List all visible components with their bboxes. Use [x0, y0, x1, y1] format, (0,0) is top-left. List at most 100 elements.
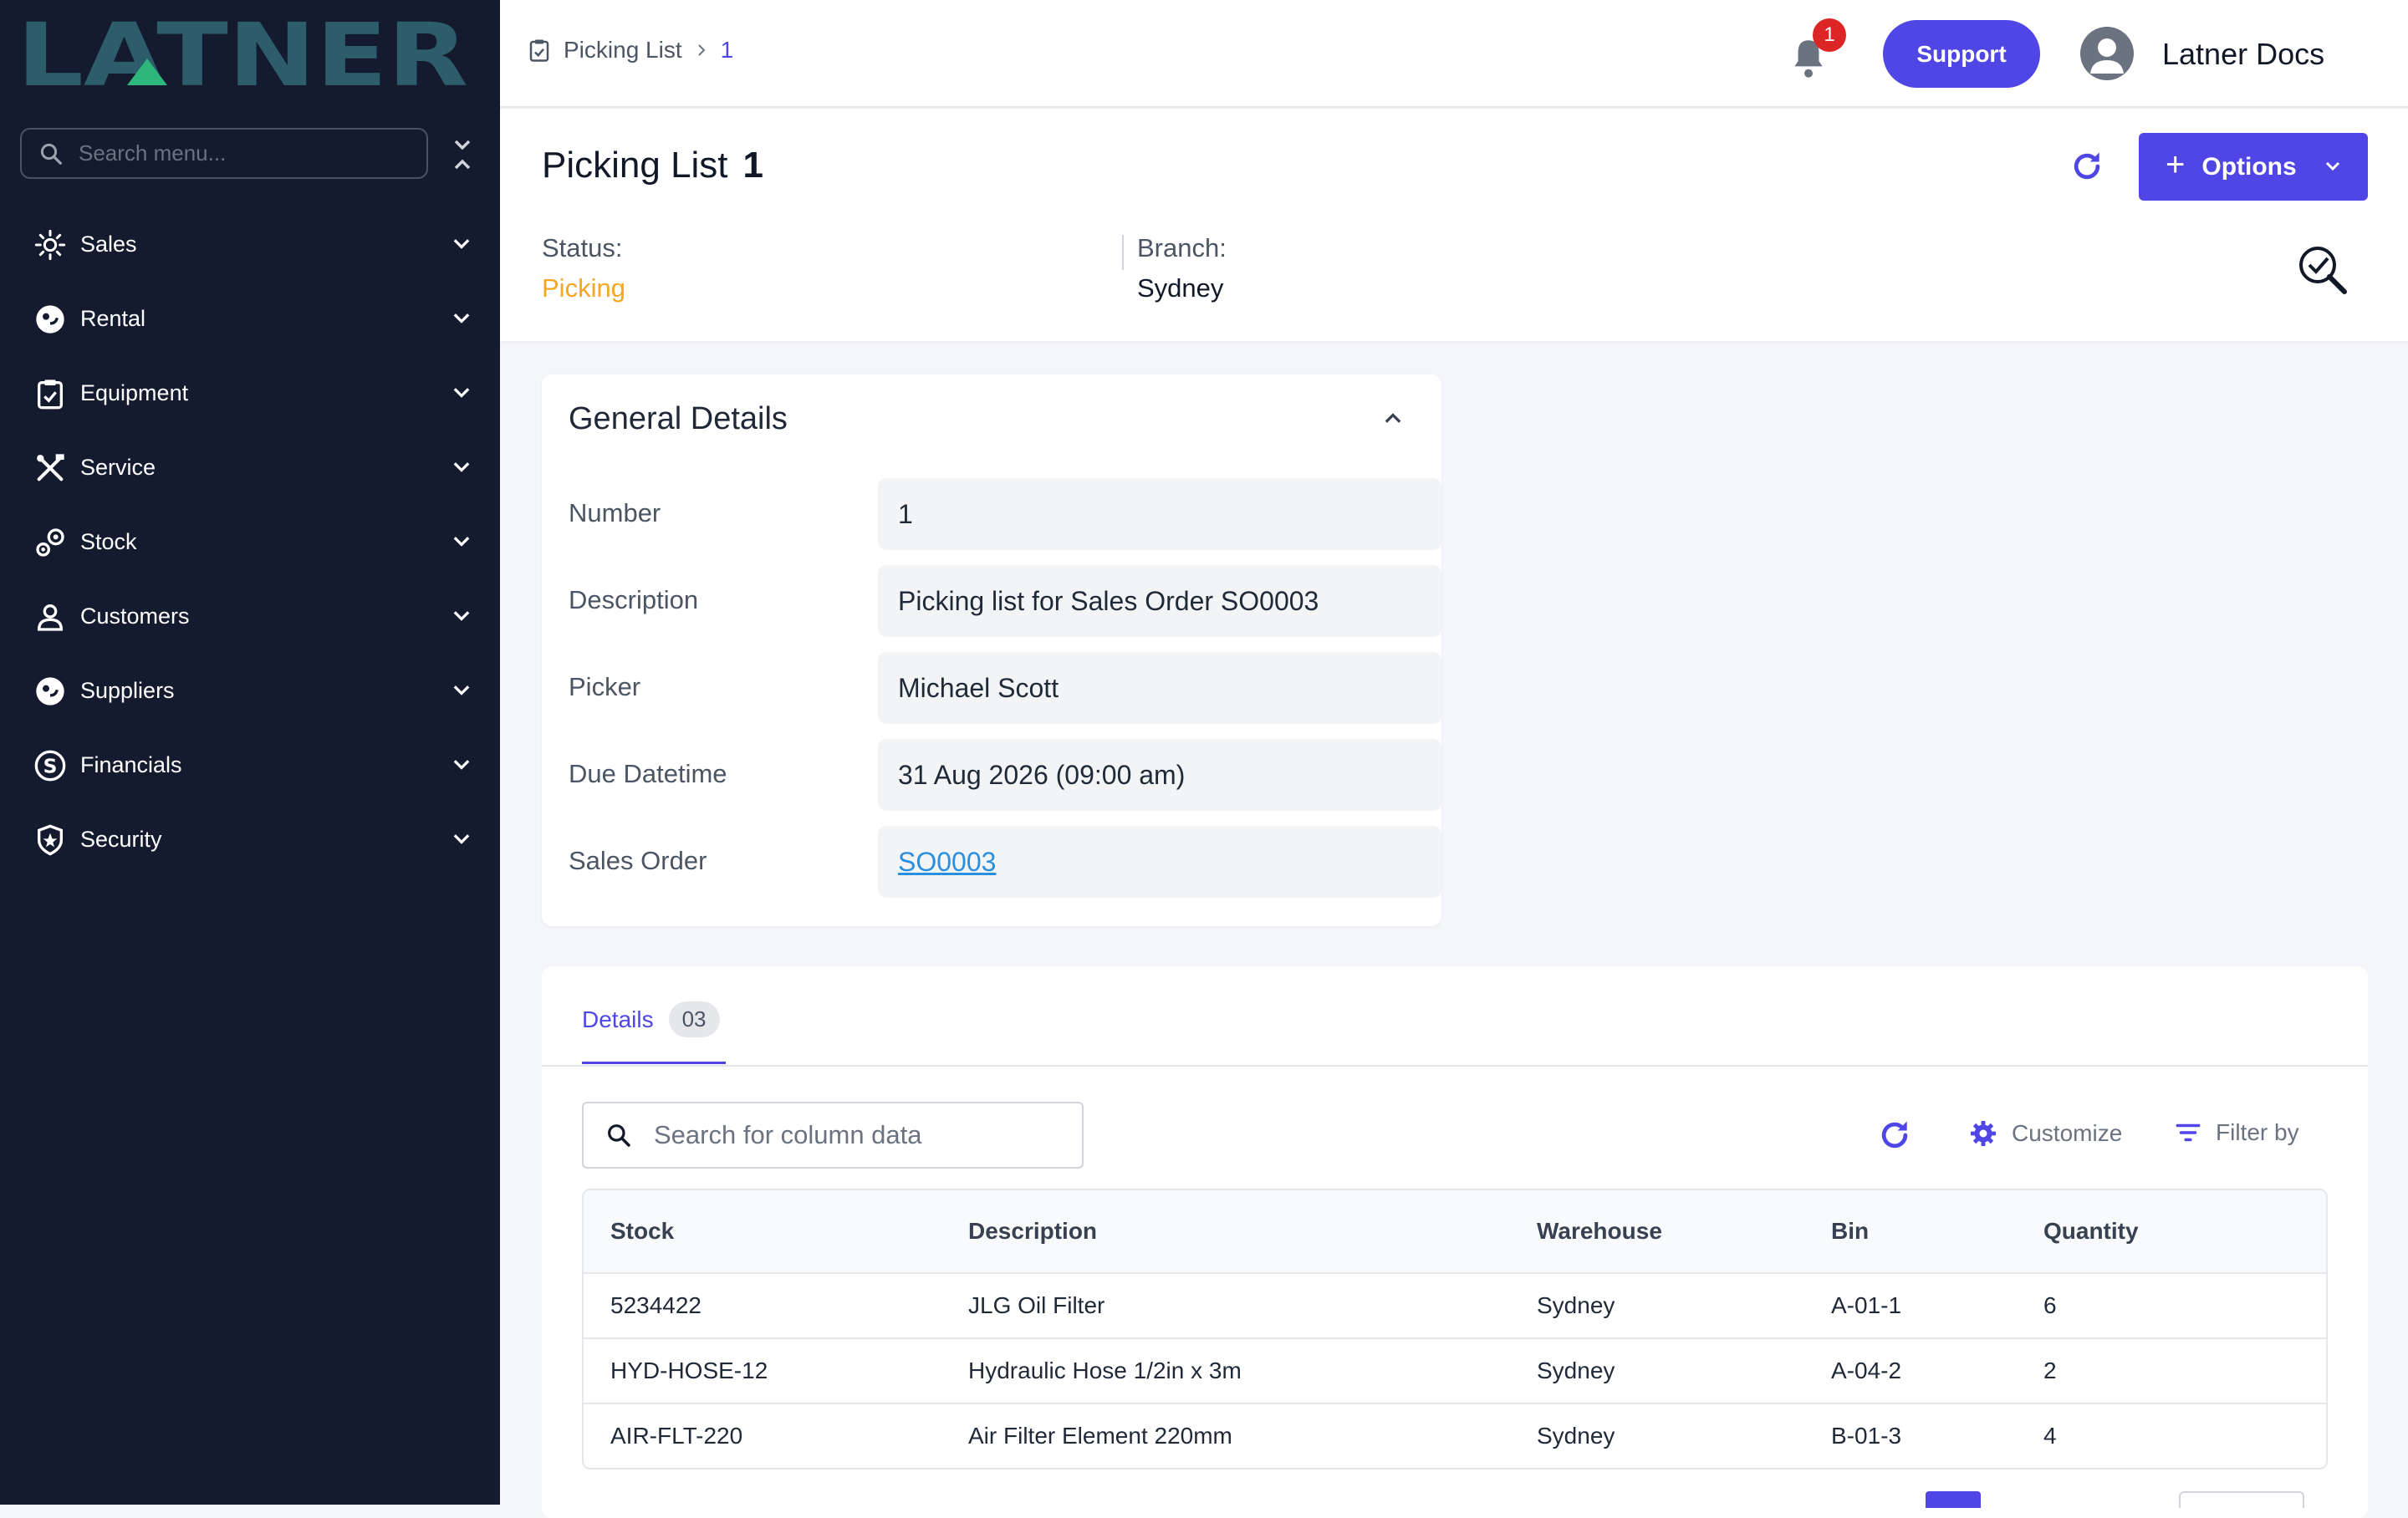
- column-header-stock[interactable]: Stock: [610, 1218, 674, 1245]
- chevron-down-icon: [453, 537, 470, 547]
- sidebar-item-label: Customers: [80, 604, 190, 629]
- options-button[interactable]: + Options: [2139, 133, 2368, 201]
- table-row[interactable]: AIR-FLT-220 Air Filter Element 220mm Syd…: [584, 1403, 2326, 1468]
- tab-details[interactable]: Details 03: [582, 1001, 720, 1037]
- svg-text:LATNER: LATNER: [17, 20, 468, 90]
- sidebar-item-service[interactable]: Service: [0, 430, 500, 505]
- chevron-down-icon: [453, 760, 470, 770]
- column-search[interactable]: Search for column data: [582, 1102, 1084, 1169]
- menu-search-input[interactable]: Search menu...: [79, 140, 226, 166]
- field-value: Michael Scott: [878, 652, 1441, 724]
- details-table: Stock Description Warehouse Bin Quantity…: [582, 1189, 2328, 1470]
- tab-count-badge: 03: [668, 1001, 720, 1037]
- sidebar-item-financials[interactable]: S Financials: [0, 728, 500, 802]
- table-row[interactable]: 5234422 JLG Oil Filter Sydney A-01-1 6: [584, 1272, 2326, 1337]
- cell-quantity: 2: [2043, 1358, 2057, 1383]
- sidebar-item-sales[interactable]: Sales: [0, 207, 500, 282]
- support-button[interactable]: Support: [1883, 20, 2040, 88]
- sidebar-item-equipment[interactable]: Equipment: [0, 356, 500, 430]
- tab-label: Details: [582, 1006, 654, 1032]
- chevron-down-icon: [453, 834, 470, 844]
- field-value: Picking list for Sales Order SO0003: [878, 565, 1441, 637]
- field-number: Number 1: [569, 478, 1441, 550]
- chevron-down-icon: [453, 313, 470, 323]
- avatar[interactable]: [2080, 27, 2134, 80]
- sidebar-item-label: Rental: [80, 306, 146, 331]
- security-icon: [32, 822, 69, 858]
- record-header: Picking List 1 + Options Status: Picking …: [500, 110, 2408, 341]
- column-header-quantity[interactable]: Quantity: [2043, 1218, 2139, 1245]
- sales-order-link[interactable]: SO0003: [878, 826, 1441, 898]
- page-size-select[interactable]: [2179, 1491, 2304, 1508]
- page-title-text: Picking List: [542, 145, 728, 186]
- field-label: Sales Order: [569, 846, 707, 875]
- sidebar-item-label: Financials: [80, 752, 182, 777]
- column-search-input[interactable]: Search for column data: [654, 1120, 922, 1150]
- sidebar-item-label: Equipment: [80, 380, 189, 405]
- page-title: Picking List 1: [542, 145, 763, 186]
- sidebar-nav: Sales Rental Equipment Service Stock Cus…: [0, 207, 500, 877]
- sidebar-item-suppliers[interactable]: Suppliers: [0, 654, 500, 728]
- field-value: 31 Aug 2026 (09:00 am): [878, 739, 1441, 811]
- column-header-description[interactable]: Description: [968, 1218, 1097, 1245]
- chevron-down-icon: [453, 685, 470, 695]
- sidebar-item-label: Suppliers: [80, 678, 175, 703]
- cell-bin: B-01-3: [1831, 1423, 1902, 1449]
- chevron-down-icon: [2325, 161, 2340, 171]
- cell-stock: 5234422: [610, 1292, 702, 1318]
- options-label: Options: [2201, 152, 2297, 181]
- gear-icon: [1971, 1121, 1996, 1146]
- refresh-icon[interactable]: [2069, 148, 2105, 185]
- svg-text:S: S: [43, 754, 58, 777]
- divider: [1122, 235, 1124, 270]
- cell-description: JLG Oil Filter: [968, 1292, 1105, 1318]
- equipment-icon: [32, 375, 69, 412]
- filter-button[interactable]: Filter by: [2174, 1118, 2299, 1147]
- top-bar: Picking List 1 1 Support Latner Docs: [500, 0, 2408, 108]
- column-header-warehouse[interactable]: Warehouse: [1537, 1218, 1662, 1245]
- breadcrumb-current: 1: [720, 37, 734, 63]
- chevron-down-icon: [453, 388, 470, 398]
- refresh-icon[interactable]: [1876, 1117, 1913, 1154]
- cell-description: Air Filter Element 220mm: [968, 1423, 1232, 1449]
- rental-icon: [32, 301, 69, 338]
- search-check-icon[interactable]: [2296, 243, 2349, 297]
- field-due-datetime: Due Datetime 31 Aug 2026 (09:00 am): [569, 739, 1441, 811]
- collapse-all-icon[interactable]: [448, 136, 477, 173]
- sidebar-item-stock[interactable]: Stock: [0, 505, 500, 579]
- suppliers-icon: [32, 673, 69, 710]
- cell-bin: A-04-2: [1831, 1358, 1902, 1383]
- plus-icon: +: [2166, 146, 2186, 183]
- chevron-up-icon[interactable]: [1381, 406, 1405, 430]
- sidebar-item-rental[interactable]: Rental: [0, 282, 500, 356]
- customize-button[interactable]: Customize: [1968, 1118, 2122, 1149]
- sidebar-item-customers[interactable]: Customers: [0, 579, 500, 654]
- cell-quantity: 4: [2043, 1423, 2057, 1449]
- customize-label: Customize: [2012, 1120, 2123, 1146]
- cell-stock: AIR-FLT-220: [610, 1423, 743, 1449]
- cell-warehouse: Sydney: [1537, 1423, 1615, 1449]
- record-number: 1: [742, 145, 764, 186]
- table-row[interactable]: HYD-HOSE-12 Hydraulic Hose 1/2in x 3m Sy…: [584, 1337, 2326, 1403]
- sidebar-item-security[interactable]: Security: [0, 802, 500, 877]
- cell-warehouse: Sydney: [1537, 1358, 1615, 1383]
- sidebar-item-label: Sales: [80, 232, 137, 257]
- status-label: Status:: [542, 233, 623, 262]
- search-icon: [40, 143, 62, 165]
- table-header: Stock Description Warehouse Bin Quantity: [584, 1190, 2326, 1272]
- breadcrumb-picking-list[interactable]: Picking List: [564, 37, 682, 64]
- sales-icon: [32, 227, 69, 263]
- clipboard-icon: [529, 39, 549, 62]
- sidebar-item-label: Service: [80, 455, 156, 480]
- latner-logo[interactable]: LATNER: [17, 20, 468, 90]
- notification-badge: 1: [1813, 18, 1846, 52]
- column-header-bin[interactable]: Bin: [1831, 1218, 1869, 1245]
- cell-quantity: 6: [2043, 1292, 2057, 1318]
- chevron-right-icon: [697, 44, 706, 56]
- customers-icon: [32, 599, 69, 635]
- field-value: 1: [878, 478, 1441, 550]
- menu-search[interactable]: Search menu...: [20, 128, 428, 179]
- user-name[interactable]: Latner Docs: [2162, 37, 2324, 72]
- details-card: Details 03 Search for column data Custom…: [542, 966, 2368, 1518]
- pagination-current-page[interactable]: [1926, 1491, 1981, 1508]
